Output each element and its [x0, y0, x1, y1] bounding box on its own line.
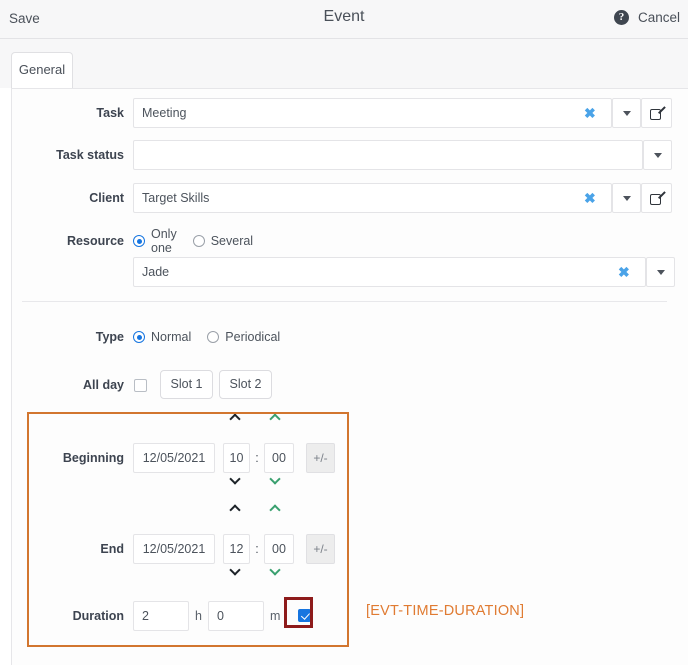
beginning-minute-decrement-icon[interactable]	[268, 475, 284, 485]
resource-input[interactable]: Jade	[133, 257, 646, 287]
duration-hours-unit: h	[195, 601, 202, 631]
beginning-hour-decrement-icon[interactable]	[228, 475, 244, 485]
edit-icon	[650, 107, 664, 121]
radio-only-one-label[interactable]: Only one	[151, 227, 177, 255]
beginning-hour-input[interactable]: 10	[223, 443, 250, 473]
end-hour-decrement-icon[interactable]	[228, 566, 244, 576]
client-dropdown-button[interactable]	[612, 183, 641, 213]
end-hour-increment-icon[interactable]	[228, 503, 244, 513]
titlebar: Save Event ? Cancel	[0, 0, 688, 39]
radio-normal[interactable]	[133, 331, 145, 343]
task-input[interactable]: Meeting	[133, 98, 612, 128]
radio-periodical-label[interactable]: Periodical	[225, 330, 280, 344]
client-label: Client	[12, 183, 124, 213]
end-minute-increment-icon[interactable]	[268, 503, 284, 513]
task-status-input[interactable]	[133, 140, 643, 170]
resource-dropdown-button[interactable]	[646, 257, 675, 287]
radio-several[interactable]	[193, 235, 205, 247]
task-label: Task	[12, 98, 124, 128]
beginning-time-separator: :	[250, 443, 264, 473]
chevron-down-icon	[657, 270, 665, 275]
task-clear-icon[interactable]: ✖	[584, 98, 596, 128]
client-input[interactable]: Target Skills	[133, 183, 612, 213]
chevron-down-icon	[623, 111, 631, 116]
end-time-separator: :	[250, 534, 264, 564]
end-hour-input[interactable]: 12	[223, 534, 250, 564]
resource-label: Resource	[12, 226, 124, 256]
end-minute-input[interactable]: 00	[264, 534, 294, 564]
radio-only-one[interactable]	[133, 235, 145, 247]
chevron-down-icon	[623, 196, 631, 201]
help-icon[interactable]: ?	[614, 10, 629, 25]
duration-label: Duration	[12, 601, 124, 631]
beginning-label: Beginning	[12, 443, 124, 473]
tab-strip: General	[0, 39, 688, 88]
duration-hours-input[interactable]: 2	[133, 601, 189, 631]
task-status-label: Task status	[12, 140, 124, 170]
resource-radio-group: Only one Several	[133, 226, 263, 256]
task-status-dropdown-button[interactable]	[643, 140, 672, 170]
radio-normal-label[interactable]: Normal	[151, 330, 191, 344]
radio-periodical[interactable]	[207, 331, 219, 343]
section-divider	[22, 301, 667, 302]
beginning-minute-input[interactable]: 00	[264, 443, 294, 473]
titlebar-actions: ? Cancel	[614, 10, 680, 25]
chevron-down-icon	[654, 153, 662, 158]
beginning-date-input[interactable]: 12/05/2021	[133, 443, 215, 473]
all-day-label: All day	[12, 370, 124, 400]
end-date-input[interactable]: 12/05/2021	[133, 534, 215, 564]
resource-clear-icon[interactable]: ✖	[618, 257, 630, 287]
task-edit-button[interactable]	[641, 98, 672, 128]
duration-minutes-input[interactable]: 0	[208, 601, 264, 631]
beginning-minute-increment-icon[interactable]	[268, 412, 284, 422]
radio-several-label[interactable]: Several	[211, 234, 253, 248]
end-minute-decrement-icon[interactable]	[268, 566, 284, 576]
edit-icon	[650, 192, 664, 206]
slot-1-button[interactable]: Slot 1	[160, 370, 213, 399]
beginning-hour-increment-icon[interactable]	[228, 412, 244, 422]
beginning-plusminus-button[interactable]: +/-	[306, 443, 335, 473]
client-clear-icon[interactable]: ✖	[584, 183, 596, 213]
client-edit-button[interactable]	[641, 183, 672, 213]
end-plusminus-button[interactable]: +/-	[306, 534, 335, 564]
slot-2-button[interactable]: Slot 2	[219, 370, 272, 399]
duration-minutes-unit: m	[270, 601, 280, 631]
form-panel: Task Meeting ✖ Task status Client Target…	[11, 88, 688, 665]
type-label: Type	[12, 322, 124, 352]
all-day-checkbox[interactable]	[134, 379, 147, 392]
annotation-label: [EVT-TIME-DURATION]	[366, 603, 524, 619]
task-dropdown-button[interactable]	[612, 98, 641, 128]
cancel-button[interactable]: Cancel	[638, 10, 680, 25]
end-label: End	[12, 534, 124, 564]
duration-lock-checkbox[interactable]	[298, 609, 311, 622]
page-title: Event	[0, 8, 688, 26]
type-radio-group: Normal Periodical	[133, 322, 290, 352]
tab-general[interactable]: General	[11, 52, 73, 88]
